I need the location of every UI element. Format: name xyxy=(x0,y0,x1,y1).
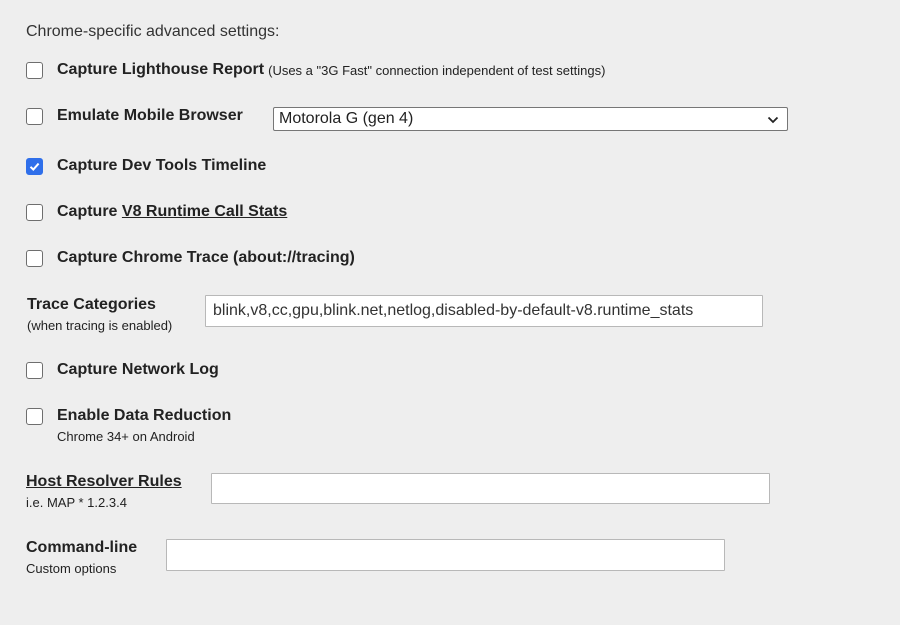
emulate-mobile-checkbox[interactable] xyxy=(26,107,43,125)
emulate-mobile-label[interactable]: Emulate Mobile Browser xyxy=(57,107,243,125)
chrome-trace-row: Capture Chrome Trace (about://tracing) xyxy=(26,249,355,267)
device-select[interactable]: Motorola G (gen 4) xyxy=(273,107,788,131)
v8-stats-row: Capture V8 Runtime Call Stats xyxy=(26,203,287,221)
chevron-down-icon xyxy=(767,116,779,124)
host-resolver-sublabel: i.e. MAP * 1.2.3.4 xyxy=(26,495,127,510)
command-line-input[interactable] xyxy=(166,539,725,571)
checkmark-icon xyxy=(29,162,40,171)
data-reduction-row: Enable Data Reduction xyxy=(26,407,231,425)
host-resolver-input[interactable] xyxy=(211,473,770,504)
network-log-label[interactable]: Capture Network Log xyxy=(57,361,219,379)
v8-stats-checkbox[interactable] xyxy=(26,203,43,221)
trace-categories-sublabel: (when tracing is enabled) xyxy=(27,318,173,333)
trace-categories-input[interactable]: blink,v8,cc,gpu,blink.net,netlog,disable… xyxy=(205,295,763,327)
trace-categories-label: Trace Categories xyxy=(27,296,156,313)
command-line-sublabel: Custom options xyxy=(26,561,117,576)
v8-stats-label[interactable]: Capture V8 Runtime Call Stats xyxy=(57,203,287,221)
command-line-label: Command-line xyxy=(26,539,138,556)
lighthouse-row: Capture Lighthouse Report (Uses a "3G Fa… xyxy=(26,61,605,79)
devtools-timeline-checkbox[interactable] xyxy=(26,157,43,175)
section-heading: Chrome-specific advanced settings: xyxy=(26,23,280,40)
device-select-value: Motorola G (gen 4) xyxy=(279,110,414,127)
chrome-trace-checkbox[interactable] xyxy=(26,249,43,267)
lighthouse-note: (Uses a "3G Fast" connection independent… xyxy=(268,62,606,78)
chrome-trace-label[interactable]: Capture Chrome Trace (about://tracing) xyxy=(57,249,355,267)
lighthouse-label[interactable]: Capture Lighthouse Report xyxy=(57,61,264,79)
host-resolver-label[interactable]: Host Resolver Rules xyxy=(26,473,182,491)
v8-stats-link[interactable]: V8 Runtime Call Stats xyxy=(122,203,287,220)
data-reduction-sublabel: Chrome 34+ on Android xyxy=(57,429,195,444)
lighthouse-checkbox[interactable] xyxy=(26,61,43,79)
emulate-mobile-row: Emulate Mobile Browser xyxy=(26,107,243,125)
devtools-timeline-label[interactable]: Capture Dev Tools Timeline xyxy=(57,157,266,175)
data-reduction-checkbox[interactable] xyxy=(26,407,43,425)
network-log-row: Capture Network Log xyxy=(26,361,219,379)
v8-stats-prefix: Capture xyxy=(57,203,118,220)
data-reduction-label[interactable]: Enable Data Reduction xyxy=(57,407,231,425)
network-log-checkbox[interactable] xyxy=(26,361,43,379)
devtools-timeline-row: Capture Dev Tools Timeline xyxy=(26,157,266,175)
